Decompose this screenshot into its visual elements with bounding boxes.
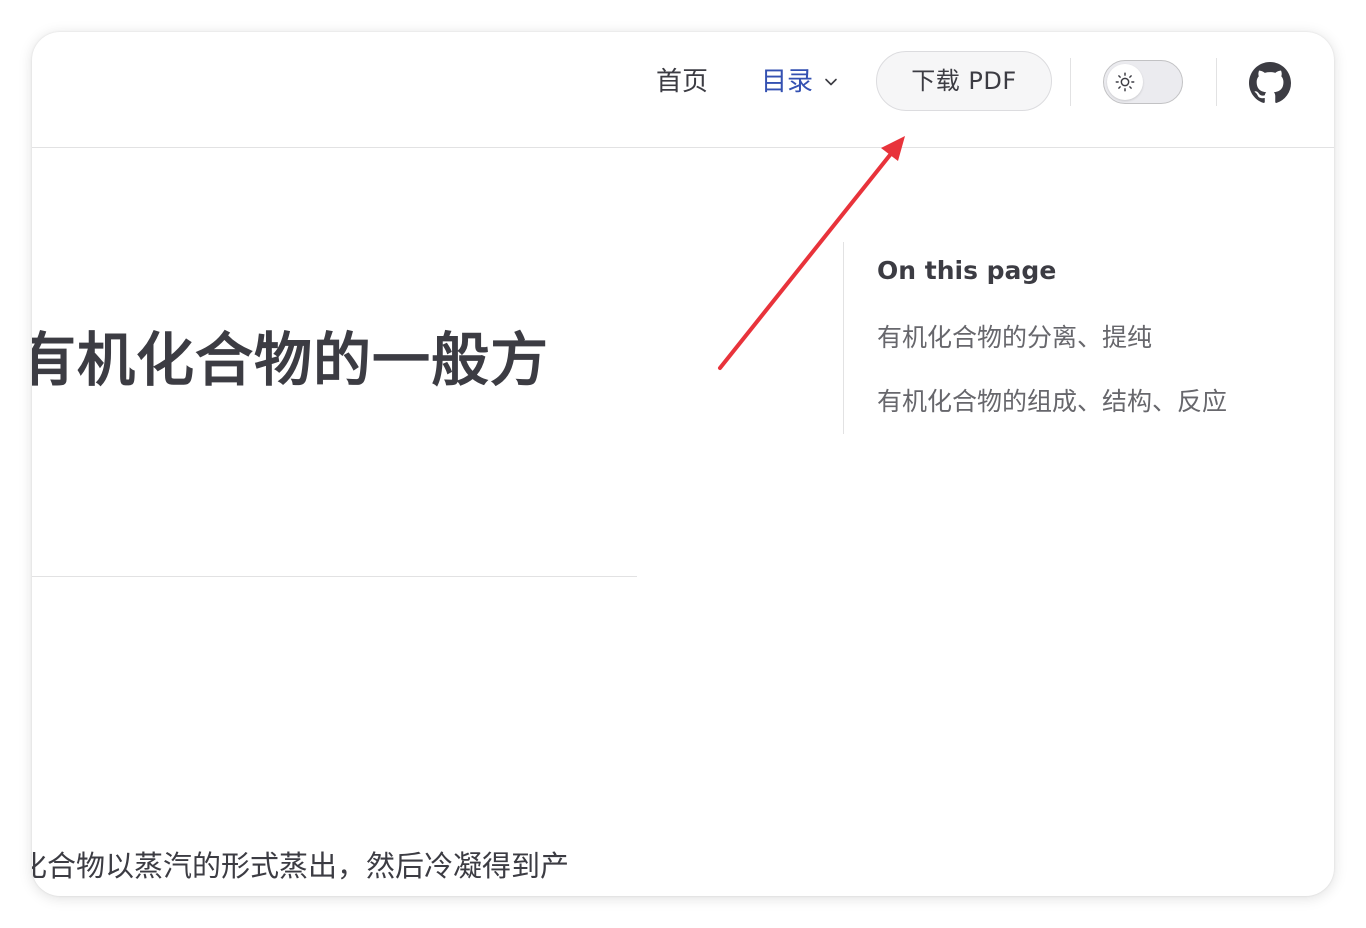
page-title: 有机化合物的一般方 xyxy=(32,326,550,394)
outline-link[interactable]: 有机化合物的组成、结构、反应 xyxy=(877,382,1272,418)
annotation-arrow xyxy=(718,136,905,370)
theme-toggle-knob xyxy=(1107,64,1143,100)
nav-catalog-label: 目录 xyxy=(761,67,814,97)
body-paragraph: 化合物以蒸汽的形式蒸出，然后冷凝得到产 xyxy=(32,849,570,883)
title-divider xyxy=(32,576,637,577)
browser-frame: 首页 目录 下载 PDF 有机化合物的一般方 化合物以蒸汽的形式蒸出，然后冷凝得… xyxy=(32,32,1334,896)
download-pdf-button[interactable]: 下载 PDF xyxy=(876,51,1052,111)
nav-divider xyxy=(1070,58,1071,106)
outline-title: On this page xyxy=(877,256,1057,285)
top-navbar: 首页 目录 下载 PDF xyxy=(32,32,1334,148)
outline-link[interactable]: 有机化合物的分离、提纯 xyxy=(877,318,1272,354)
chevron-down-icon xyxy=(825,78,837,86)
theme-toggle[interactable] xyxy=(1103,60,1183,104)
github-icon[interactable] xyxy=(1249,62,1291,104)
sun-icon xyxy=(1115,72,1135,92)
nav-divider xyxy=(1216,58,1217,106)
nav-catalog-dropdown[interactable]: 目录 xyxy=(761,64,839,100)
on-this-page-outline: On this page 有机化合物的分离、提纯 有机化合物的组成、结构、反应 xyxy=(843,242,1284,434)
nav-home-link[interactable]: 首页 xyxy=(656,64,708,100)
